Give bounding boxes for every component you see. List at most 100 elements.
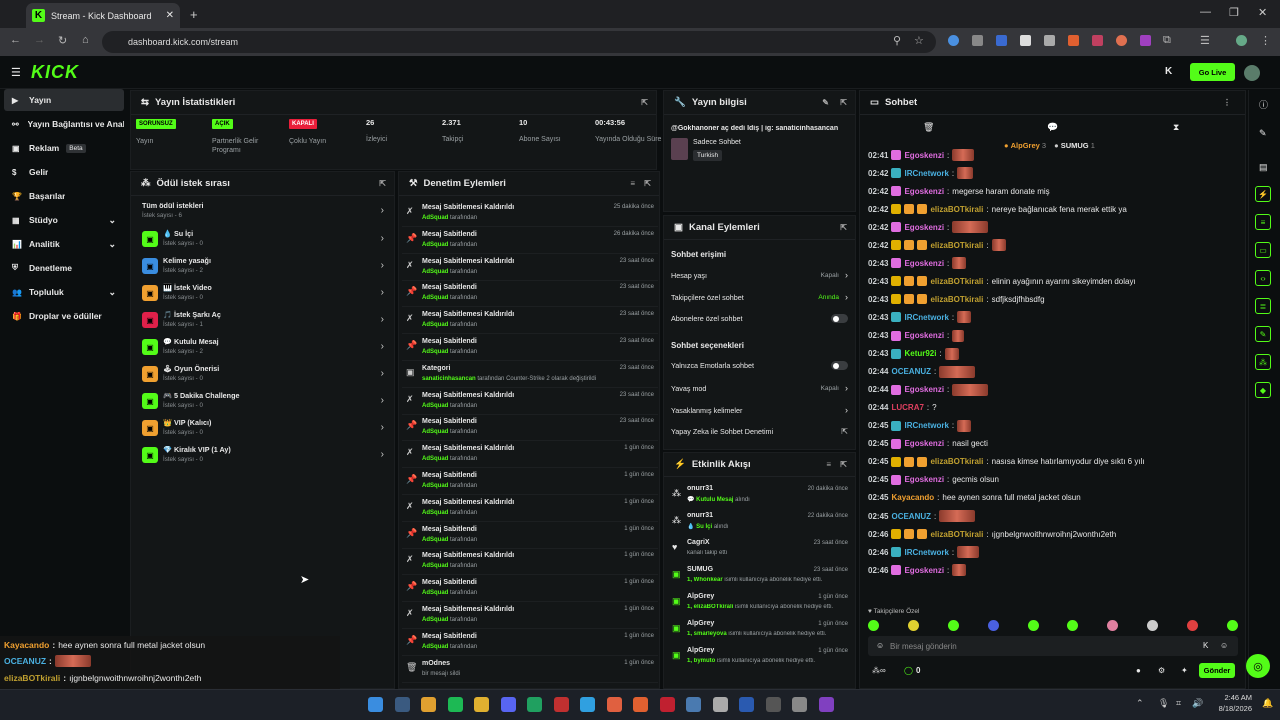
sidebar-item-9[interactable]: 🎁 Droplar ve ödüller bbox=[4, 305, 124, 327]
activity-user[interactable]: SUMUG bbox=[687, 566, 713, 573]
quick-emote[interactable] bbox=[868, 620, 879, 631]
sidebar-item-0[interactable]: ▶ Yayın bbox=[4, 89, 124, 111]
moderation-actor[interactable]: AdSquad bbox=[422, 269, 448, 275]
extension-icon[interactable] bbox=[1140, 35, 1151, 46]
chevron-right-icon[interactable]: › bbox=[381, 314, 384, 325]
window-close-icon[interactable]: ✕ bbox=[1258, 6, 1267, 19]
chevron-right-icon[interactable]: › bbox=[845, 292, 848, 302]
app-icon[interactable] bbox=[553, 697, 569, 712]
app-icon[interactable] bbox=[792, 697, 807, 712]
moderation-actor[interactable]: AdSquad bbox=[422, 590, 448, 596]
chat-username[interactable]: elizaBOTkirali bbox=[930, 295, 983, 304]
layout-icon[interactable]: ▤ bbox=[1259, 162, 1268, 173]
zoom-icon[interactable]: ⚲ bbox=[893, 34, 901, 47]
reward-item[interactable]: Tüm ödül istekleri İstek sayısı - 6 › bbox=[140, 200, 386, 224]
rail-stack-button[interactable]: ≣ bbox=[1255, 298, 1271, 314]
reading-list-icon[interactable]: ☰ bbox=[1200, 34, 1210, 47]
reward-item[interactable]: ▣ 🎹 İstek Video İstek sayısı - 0 › bbox=[140, 282, 386, 306]
chat-username[interactable]: OCEANUZ bbox=[891, 367, 931, 376]
send-button[interactable]: Gönder bbox=[1199, 663, 1235, 678]
moderation-actor[interactable]: AdSquad bbox=[422, 644, 448, 650]
activity-user[interactable]: AlpGrey bbox=[687, 647, 714, 654]
activity-user[interactable]: onurr31 bbox=[687, 512, 713, 519]
chat-username[interactable]: Egoskenzi bbox=[904, 385, 944, 394]
minimize-icon[interactable]: — bbox=[1200, 6, 1211, 18]
chevron-down-icon[interactable]: ⌄ bbox=[108, 215, 116, 226]
app-icon[interactable] bbox=[818, 697, 834, 712]
popout-icon[interactable]: ⇱ bbox=[840, 223, 847, 232]
chevron-right-icon[interactable]: › bbox=[381, 422, 384, 433]
moderation-actor[interactable]: AdSquad bbox=[422, 510, 448, 516]
sidebar-item-4[interactable]: 🏆 Başarılar bbox=[4, 185, 124, 207]
sidebar-item-7[interactable]: ⛨ Denetleme bbox=[4, 257, 124, 279]
app-icon[interactable] bbox=[686, 697, 701, 712]
activity-user[interactable]: CagriX bbox=[687, 539, 710, 546]
notification-bell-icon[interactable]: 🔔 bbox=[1262, 698, 1273, 709]
chat-bubble-small-icon[interactable]: ● bbox=[1136, 666, 1141, 675]
hamburger-menu-icon[interactable]: ☰ bbox=[11, 66, 21, 79]
toggle-switch[interactable] bbox=[831, 361, 848, 370]
chat-username[interactable]: Egoskenzi bbox=[904, 475, 944, 484]
activity-user[interactable]: onurr31 bbox=[687, 485, 713, 492]
activity-user[interactable]: AlpGrey bbox=[687, 620, 714, 627]
filter-icon[interactable]: ≡ bbox=[630, 179, 635, 188]
app-icon[interactable] bbox=[659, 697, 675, 712]
trash-icon[interactable]: 🗑 bbox=[923, 122, 934, 133]
quick-emote[interactable] bbox=[1226, 620, 1238, 631]
new-tab-icon[interactable]: + bbox=[190, 7, 198, 22]
network-icon[interactable]: ⌗ bbox=[1176, 698, 1181, 709]
rail-lightning-button[interactable]: ⚡ bbox=[1255, 186, 1271, 202]
chevron-right-icon[interactable]: › bbox=[381, 260, 384, 271]
sidebar-item-6[interactable]: 📊 Analitik ⌄ bbox=[4, 233, 124, 255]
moderation-actor[interactable]: AdSquad bbox=[422, 429, 448, 435]
hourglass-icon[interactable]: ⧗ bbox=[1173, 122, 1179, 133]
quick-emote[interactable] bbox=[1027, 620, 1039, 631]
chat-username[interactable]: elizaBOTkirali bbox=[930, 457, 983, 466]
soundcloud-icon[interactable] bbox=[633, 697, 648, 712]
app-icon[interactable] bbox=[606, 697, 622, 712]
rail-diamond-button[interactable]: ◆ bbox=[1255, 382, 1271, 398]
moderation-actor[interactable]: AdSquad bbox=[422, 242, 448, 248]
explorer-icon[interactable] bbox=[474, 697, 489, 712]
chevron-down-icon[interactable]: ⌄ bbox=[108, 239, 116, 250]
extension-icon[interactable] bbox=[972, 35, 983, 46]
chat-username[interactable]: Egoskenzi bbox=[904, 566, 944, 575]
setting-control[interactable]: Anında › bbox=[818, 292, 848, 302]
taskbar-date[interactable]: 8/18/2026 bbox=[1212, 704, 1252, 713]
chat-username[interactable]: elizaBOTkirali bbox=[930, 277, 983, 286]
chat-username[interactable]: Egoskenzi bbox=[904, 259, 944, 268]
setting-control[interactable]: Kapalı › bbox=[821, 270, 848, 280]
chevron-down-icon[interactable]: ⌄ bbox=[108, 287, 116, 298]
channel-setting-row[interactable]: Yasaklanmış kelimeler › bbox=[671, 405, 848, 415]
chat-username[interactable]: OCEANUZ bbox=[891, 512, 931, 521]
popout-icon[interactable]: ⇱ bbox=[379, 179, 386, 188]
sidebar-item-8[interactable]: 👥 Topluluk ⌄ bbox=[4, 281, 124, 303]
moderation-actor[interactable]: AdSquad bbox=[422, 295, 448, 301]
toggle-switch[interactable] bbox=[831, 314, 848, 323]
setting-control[interactable]: › bbox=[845, 405, 848, 415]
reload-icon[interactable]: ↻ bbox=[58, 34, 67, 47]
extensions-puzzle-icon[interactable]: ⧉ bbox=[1163, 34, 1171, 47]
filter-icon[interactable]: ≡ bbox=[826, 460, 831, 469]
setting-control[interactable] bbox=[831, 361, 848, 370]
extension-icon[interactable] bbox=[948, 35, 959, 46]
quick-emote[interactable] bbox=[1107, 620, 1119, 631]
extension-icon[interactable] bbox=[1116, 35, 1127, 46]
chat-username[interactable]: Kayacando bbox=[891, 493, 934, 502]
chevron-right-icon[interactable]: › bbox=[845, 270, 848, 280]
popout-icon[interactable]: ⇱ bbox=[644, 179, 651, 188]
back-icon[interactable]: ← bbox=[10, 34, 21, 46]
quick-emote[interactable] bbox=[1147, 620, 1159, 631]
extension-icon[interactable] bbox=[1044, 35, 1055, 46]
reward-item[interactable]: ▣ 👑 VIP (Kalıcı) İstek sayısı - 0 › bbox=[140, 417, 386, 441]
chevron-right-icon[interactable]: › bbox=[381, 287, 384, 298]
moderation-actor[interactable]: AdSquad bbox=[422, 617, 448, 623]
channel-setting-row[interactable]: Hesap yaşı Kapalı › bbox=[671, 270, 848, 280]
extension-icon[interactable] bbox=[1020, 35, 1031, 46]
popout-icon[interactable]: ⇱ bbox=[840, 98, 847, 107]
chat-icon[interactable]: 💬 bbox=[1047, 122, 1058, 133]
chrome-icon[interactable] bbox=[421, 697, 436, 712]
discord-icon[interactable] bbox=[500, 697, 516, 712]
chevron-right-icon[interactable]: › bbox=[381, 395, 384, 406]
quick-emote[interactable] bbox=[907, 620, 919, 631]
